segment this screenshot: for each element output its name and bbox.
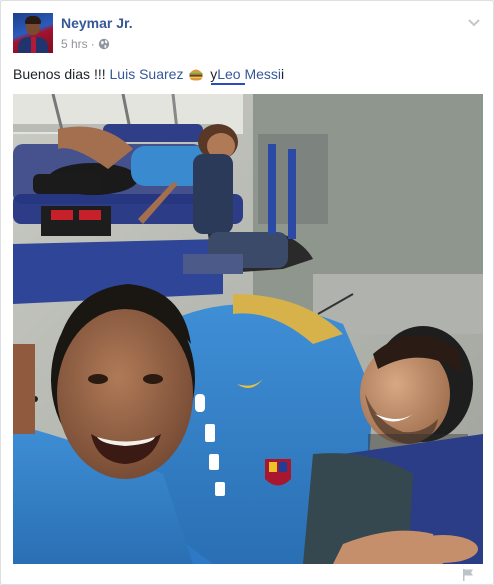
post-header: Neymar Jr. 5 hrs ·: [13, 13, 481, 55]
post-card: Neymar Jr. 5 hrs · Buenos dias !!! Luis S…: [0, 0, 494, 585]
post-text-prefix: Buenos dias !!!: [13, 66, 110, 82]
avatar-hair: [25, 16, 41, 24]
post-photo[interactable]: [13, 94, 483, 564]
avatar-stripe: [31, 37, 36, 53]
tag-leo-messi[interactable]: Leo Messi: [217, 66, 281, 82]
post-timestamp[interactable]: 5 hrs: [61, 37, 88, 51]
meta-separator: ·: [90, 37, 95, 51]
tag-luis-suarez[interactable]: Luis Suarez: [110, 66, 184, 82]
author-name[interactable]: Neymar Jr.: [61, 15, 133, 31]
selfie-image: [13, 94, 483, 564]
chevron-down-icon[interactable]: [467, 15, 481, 29]
globe-icon[interactable]: [98, 38, 110, 50]
report-flag-icon[interactable]: [461, 568, 475, 582]
author-avatar[interactable]: [13, 13, 53, 53]
post-text: Buenos dias !!! Luis Suarez yLeo Messii: [13, 65, 481, 83]
post-text-between: y: [206, 66, 218, 82]
tag-underline: [211, 83, 245, 85]
post-text-suffix: i: [281, 66, 285, 82]
post-meta: 5 hrs ·: [61, 37, 110, 51]
burger-emoji-icon: [189, 69, 203, 81]
